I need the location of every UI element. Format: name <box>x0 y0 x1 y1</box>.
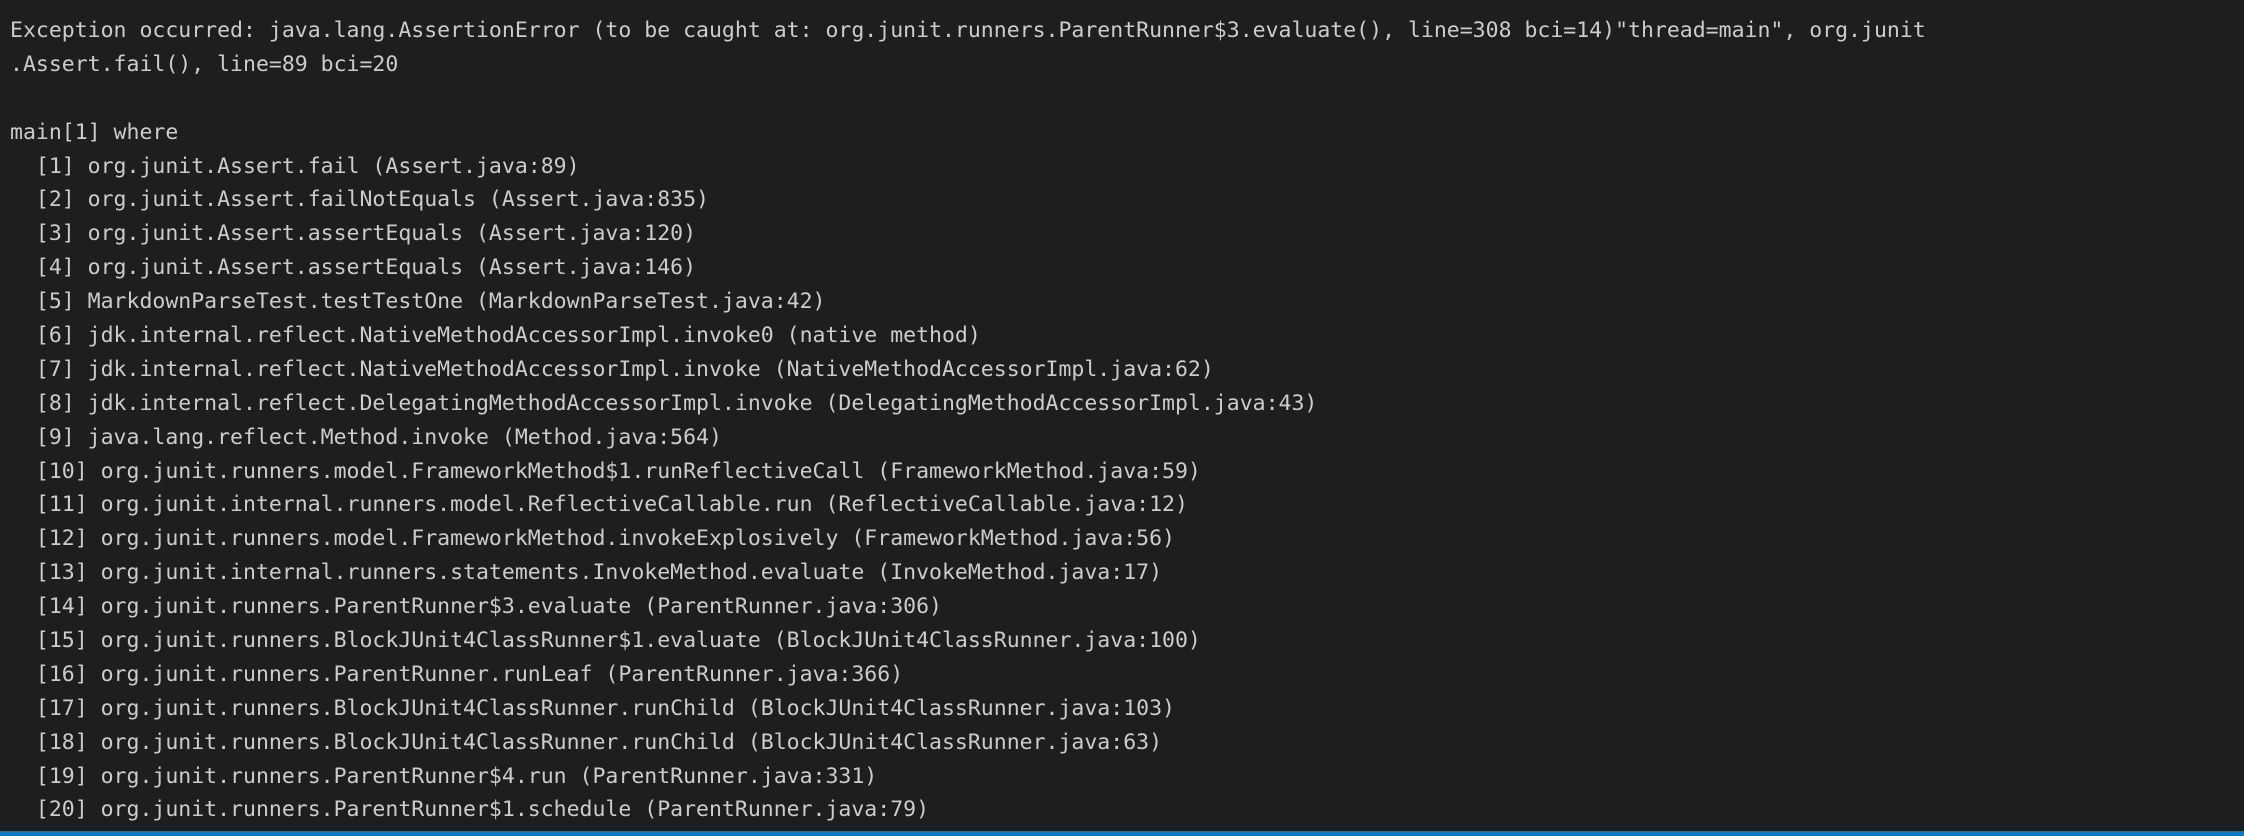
stack-frame: [1] org.junit.Assert.fail (Assert.java:8… <box>10 153 580 179</box>
debugger-prompt-command: main[1] where <box>10 119 179 145</box>
stack-frame: [5] MarkdownParseTest.testTestOne (Markd… <box>10 289 826 315</box>
stack-frame: [7] jdk.internal.reflect.NativeMethodAcc… <box>10 356 1214 382</box>
stack-frame: [10] org.junit.runners.model.FrameworkMe… <box>10 458 1201 484</box>
stack-frame: [19] org.junit.runners.ParentRunner$4.ru… <box>10 763 878 789</box>
stack-frame: [8] jdk.internal.reflect.DelegatingMetho… <box>10 390 1318 416</box>
stack-frame: [3] org.junit.Assert.assertEquals (Asser… <box>10 221 697 247</box>
stack-frame: [6] jdk.internal.reflect.NativeMethodAcc… <box>10 323 981 349</box>
stack-frame: [2] org.junit.Assert.failNotEquals (Asse… <box>10 187 709 213</box>
stack-frame: [13] org.junit.internal.runners.statemen… <box>10 560 1163 586</box>
stack-frame: [14] org.junit.runners.ParentRunner$3.ev… <box>10 594 942 620</box>
stack-frame: [9] java.lang.reflect.Method.invoke (Met… <box>10 424 722 450</box>
stack-frame: [15] org.junit.runners.BlockJUnit4ClassR… <box>10 628 1201 654</box>
stack-frame: [11] org.junit.internal.runners.model.Re… <box>10 492 1188 518</box>
exception-line-1: Exception occurred: java.lang.AssertionE… <box>10 18 1926 43</box>
terminal-output[interactable]: Exception occurred: java.lang.AssertionE… <box>0 0 2244 831</box>
stack-frame: [17] org.junit.runners.BlockJUnit4ClassR… <box>10 695 1175 721</box>
stack-frame: [18] org.junit.runners.BlockJUnit4ClassR… <box>10 729 1163 755</box>
stack-frame: [20] org.junit.runners.ParentRunner$1.sc… <box>10 797 930 823</box>
stack-frame: [16] org.junit.runners.ParentRunner.runL… <box>10 661 904 687</box>
exception-line-2: .Assert.fail(), line=89 bci=20 <box>10 51 399 77</box>
stack-frame: [12] org.junit.runners.model.FrameworkMe… <box>10 526 1175 552</box>
stack-frame: [4] org.junit.Assert.assertEquals (Asser… <box>10 255 697 281</box>
status-bar-edge <box>0 831 2244 836</box>
